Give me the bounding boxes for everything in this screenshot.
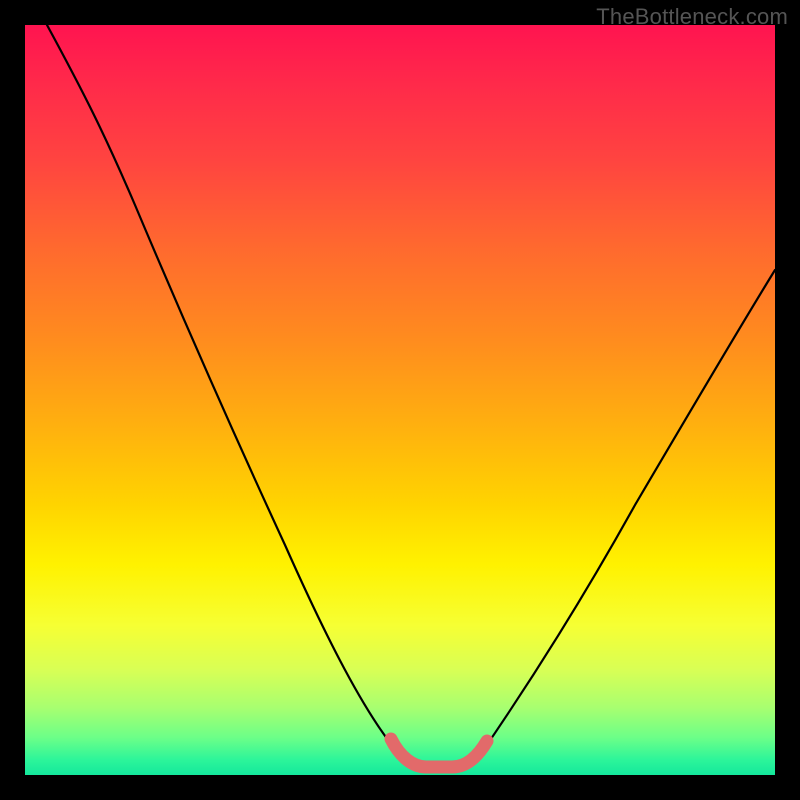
watermark-text: TheBottleneck.com bbox=[596, 4, 788, 30]
chart-stage: TheBottleneck.com bbox=[0, 0, 800, 800]
bottleneck-curve bbox=[25, 25, 775, 775]
curve-path bbox=[47, 25, 775, 767]
gradient-plot-area bbox=[25, 25, 775, 775]
highlight-path bbox=[391, 739, 487, 767]
